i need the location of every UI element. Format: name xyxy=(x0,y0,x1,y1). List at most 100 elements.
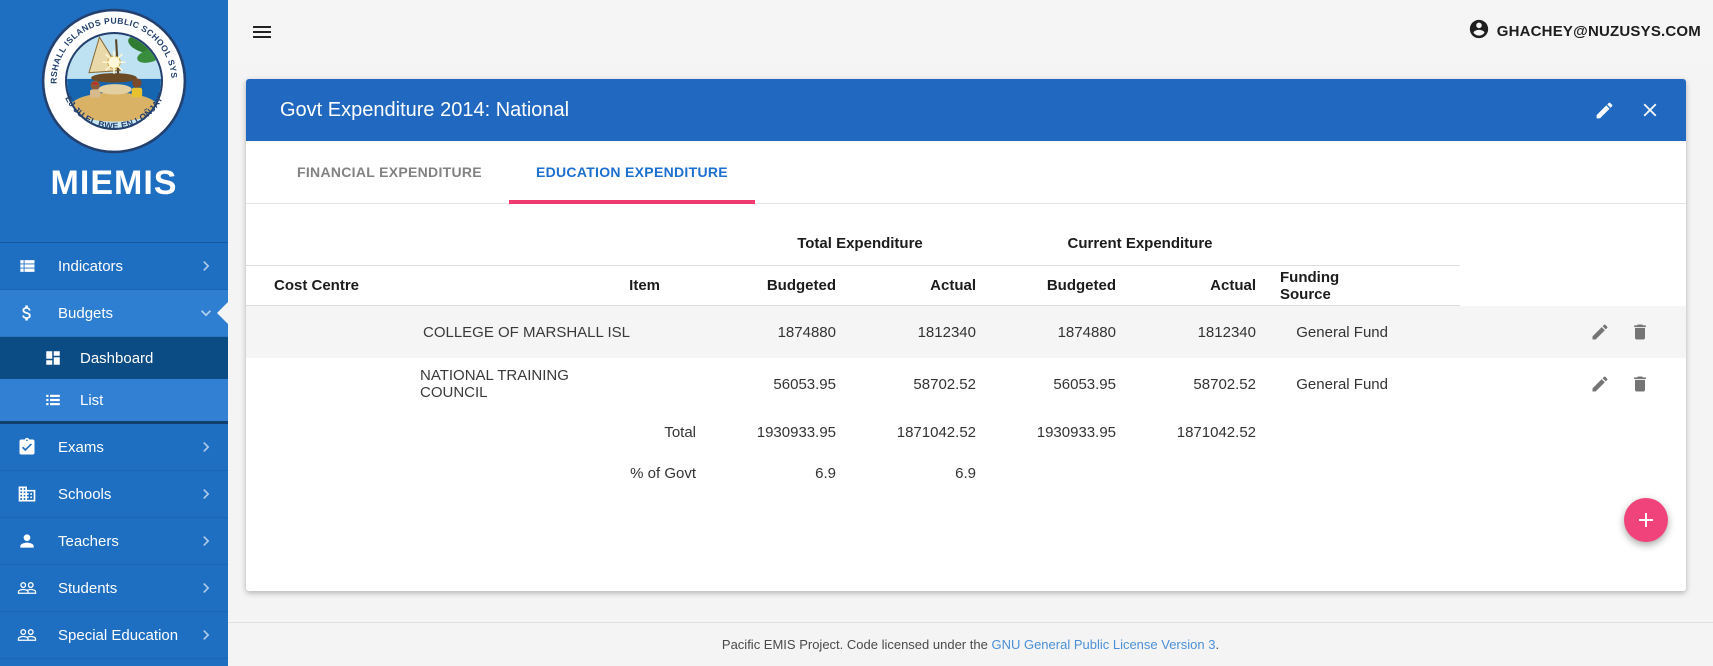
table-header-row: Cost Centre Item Budgeted Actual Budgete… xyxy=(246,266,1686,306)
school-system-seal-logo: MARSHALL ISLANDS PUBLIC SCHOOL SYSTEM “E… xyxy=(41,8,187,154)
tab-education-expenditure[interactable]: EDUCATION EXPENDITURE xyxy=(508,141,755,204)
content-area: Govt Expenditure 2014: National FINANCIA… xyxy=(228,63,1713,622)
current-budgeted-sum: 1930933.95 xyxy=(1036,423,1116,441)
chevron-right-icon xyxy=(196,437,216,457)
sidebar-item-special-education[interactable]: Special Education xyxy=(0,612,228,659)
sidebar-item-budgets-dashboard[interactable]: Dashboard xyxy=(0,337,228,379)
column-header-cost-centre: Cost Centre xyxy=(246,266,420,306)
total-actual-sum: 1871042.52 xyxy=(896,423,976,441)
total-budgeted-cell: 1874880 xyxy=(777,323,836,341)
total-actual-cell: 58702.52 xyxy=(913,375,976,393)
people-icon xyxy=(16,577,38,599)
sidebar-item-label: List xyxy=(80,391,104,409)
group-header-total-expenditure: Total Expenditure xyxy=(720,222,1000,266)
people-icon xyxy=(16,624,38,646)
row-edit-icon[interactable] xyxy=(1588,320,1612,344)
percent-actual: 6.9 xyxy=(955,464,976,482)
sidebar-item-teachers[interactable]: Teachers xyxy=(0,518,228,565)
row-delete-icon[interactable] xyxy=(1628,320,1652,344)
row-delete-icon[interactable] xyxy=(1628,372,1652,396)
sidebar-menu: Indicators Budgets Dashboard List Exams … xyxy=(0,242,228,659)
current-budgeted-cell: 1874880 xyxy=(1057,323,1116,341)
total-budgeted-sum: 1930933.95 xyxy=(756,423,836,441)
person-icon xyxy=(16,530,38,552)
brand-block: MARSHALL ISLANDS PUBLIC SCHOOL SYSTEM “E… xyxy=(0,0,228,242)
edit-icon[interactable] xyxy=(1592,98,1616,122)
current-budgeted-cell: 56053.95 xyxy=(1053,375,1116,393)
item-cell: COLLEGE OF MARSHALL ISL xyxy=(422,323,630,341)
cost-centre-cell xyxy=(246,358,420,410)
sidebar-item-label: Exams xyxy=(58,438,104,456)
add-button[interactable] xyxy=(1624,498,1668,542)
tab-bar: FINANCIAL EXPENDITURE EDUCATION EXPENDIT… xyxy=(246,141,1686,204)
dashboard-icon xyxy=(42,347,64,369)
topbar: GHACHEY@NUZUSYS.COM xyxy=(228,0,1713,63)
dollar-icon xyxy=(16,302,38,324)
column-header-actual: Actual xyxy=(1140,266,1280,306)
expenditure-dialog: Govt Expenditure 2014: National FINANCIA… xyxy=(246,79,1686,591)
percent-budgeted: 6.9 xyxy=(815,464,836,482)
brand-title: MIEMIS xyxy=(50,164,178,202)
sidebar-item-label: Teachers xyxy=(58,532,119,550)
group-header-current-expenditure: Current Expenditure xyxy=(1000,222,1280,266)
sidebar-item-label: Dashboard xyxy=(80,349,154,367)
sidebar-item-label: Schools xyxy=(58,485,112,503)
table-row: COLLEGE OF MARSHALL ISL 1874880 1812340 … xyxy=(246,306,1686,358)
table-row: NATIONAL TRAINING COUNCIL 56053.95 58702… xyxy=(246,358,1686,410)
menu-toggle-button[interactable] xyxy=(247,17,277,47)
dialog-title: Govt Expenditure 2014: National xyxy=(280,98,570,121)
cost-centre-cell xyxy=(246,306,420,358)
account-circle-icon xyxy=(1468,18,1490,45)
tab-financial-expenditure[interactable]: FINANCIAL EXPENDITURE xyxy=(270,141,509,203)
column-header-budgeted: Budgeted xyxy=(720,266,860,306)
chevron-right-icon xyxy=(196,625,216,645)
total-actual-cell: 1812340 xyxy=(917,323,976,341)
chevron-right-icon xyxy=(196,484,216,504)
school-building-icon xyxy=(16,483,38,505)
sidebar-item-label: Indicators xyxy=(58,257,124,275)
sidebar-item-exams[interactable]: Exams xyxy=(0,424,228,471)
total-budgeted-cell: 56053.95 xyxy=(773,375,836,393)
budgets-submenu: Dashboard List xyxy=(0,337,228,424)
item-cell: NATIONAL TRAINING COUNCIL xyxy=(420,367,569,401)
row-edit-icon[interactable] xyxy=(1588,372,1612,396)
funding-source-cell: General Fund xyxy=(1296,375,1388,393)
footer-suffix: . xyxy=(1215,637,1220,652)
license-link[interactable]: GNU General Public License Version 3 xyxy=(991,637,1215,652)
chevron-right-icon xyxy=(196,256,216,276)
footer: Pacific EMIS Project. Code licensed unde… xyxy=(228,622,1713,666)
column-header-item: Item xyxy=(420,266,720,306)
sidebar-item-budgets[interactable]: Budgets xyxy=(0,290,228,337)
current-actual-sum: 1871042.52 xyxy=(1176,423,1256,441)
chevron-right-icon xyxy=(196,578,216,598)
table-total-row: Total 1930933.95 1871042.52 1930933.95 1… xyxy=(246,410,1686,454)
chevron-down-icon xyxy=(196,303,216,323)
sidebar-item-schools[interactable]: Schools xyxy=(0,471,228,518)
table-group-header-row: Total Expenditure Current Expenditure xyxy=(246,222,1686,266)
column-header-actual: Actual xyxy=(860,266,1000,306)
account-menu[interactable]: GHACHEY@NUZUSYS.COM xyxy=(1468,18,1703,45)
current-actual-cell: 1812340 xyxy=(1197,323,1256,341)
percent-row-label: % of Govt xyxy=(630,464,696,482)
account-email: GHACHEY@NUZUSYS.COM xyxy=(1496,23,1701,40)
chevron-right-icon xyxy=(196,531,216,551)
table-percent-row: % of Govt 6.9 6.9 xyxy=(246,454,1686,492)
view-list-icon xyxy=(16,255,38,277)
dialog-header: Govt Expenditure 2014: National xyxy=(246,79,1686,141)
column-header-funding-source: Funding Source xyxy=(1280,266,1460,306)
column-header-budgeted: Budgeted xyxy=(1000,266,1140,306)
sidebar-item-students[interactable]: Students xyxy=(0,565,228,612)
main-area: GHACHEY@NUZUSYS.COM Govt Expenditure 201… xyxy=(228,0,1713,666)
list-icon xyxy=(42,389,64,411)
footer-text: Pacific EMIS Project. Code licensed unde… xyxy=(721,637,988,652)
total-row-label: Total xyxy=(664,423,696,441)
sidebar-item-indicators[interactable]: Indicators xyxy=(0,243,228,290)
sidebar-item-label: Budgets xyxy=(58,304,114,322)
sidebar-item-budgets-list[interactable]: List xyxy=(0,379,228,421)
expenditure-table: Total Expenditure Current Expenditure Co… xyxy=(246,222,1686,492)
close-icon[interactable] xyxy=(1638,98,1662,122)
sidebar-item-label: Special Education xyxy=(58,626,179,644)
app-root: MARSHALL ISLANDS PUBLIC SCHOOL SYSTEM “E… xyxy=(0,0,1713,666)
sidebar-item-label: Students xyxy=(58,579,118,597)
funding-source-cell: General Fund xyxy=(1296,323,1388,341)
